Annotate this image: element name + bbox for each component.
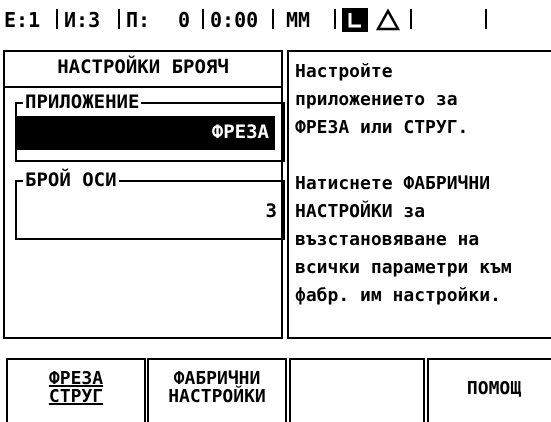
softkey-mill-lathe[interactable]: ФРЕЗА СТРУГ xyxy=(6,358,146,422)
reference-icon xyxy=(342,8,368,32)
softkey-empty[interactable] xyxy=(289,358,425,422)
softkey-factory-line2: НАСТРОЙКИ xyxy=(168,386,266,407)
status-separator xyxy=(202,9,204,29)
status-separator xyxy=(272,9,274,29)
axes-field[interactable]: 3 xyxy=(266,200,277,222)
title-divider xyxy=(5,86,281,88)
status-i: И:3 xyxy=(64,8,101,32)
axes-label: БРОЙ ОСИ xyxy=(23,169,119,191)
softkey-factory-settings[interactable]: ФАБРИЧНИ НАСТРОЙКИ xyxy=(147,358,287,422)
status-separator xyxy=(56,9,58,29)
status-e: Е:1 xyxy=(4,8,41,32)
softkey-help[interactable]: ПОМОЩ xyxy=(427,358,551,422)
status-bar: Е:1 И:3 П: 0 0:00 ММ xyxy=(0,0,551,40)
status-p: П: xyxy=(126,8,151,32)
settings-panel: НАСТРОЙКИ БРОЯЧ ПРИЛОЖЕНИЕ ФРЕЗА БРОЙ ОС… xyxy=(3,50,285,339)
status-p-value: 0 xyxy=(178,8,191,32)
application-value: ФРЕЗА xyxy=(211,121,269,143)
application-field[interactable]: ФРЕЗА xyxy=(17,116,275,150)
help-panel: Настройте приложението за ФРЕЗА или СТРУ… xyxy=(287,50,551,339)
application-label: ПРИЛОЖЕНИЕ xyxy=(23,91,142,113)
status-separator xyxy=(118,9,120,29)
status-separator xyxy=(334,9,336,29)
application-group: ПРИЛОЖЕНИЕ ФРЕЗА xyxy=(15,91,285,162)
status-units: ММ xyxy=(286,8,311,32)
help-text: Настройте приложението за ФРЕЗА или СТРУ… xyxy=(295,61,512,306)
softkey-lathe-label: СТРУГ xyxy=(48,386,104,407)
softkey-help-label: ПОМОЩ xyxy=(466,378,522,399)
axes-group: БРОЙ ОСИ 3 xyxy=(15,169,285,240)
status-separator xyxy=(410,9,412,29)
status-time: 0:00 xyxy=(210,8,259,32)
status-separator xyxy=(485,9,487,29)
delta-icon xyxy=(376,8,400,31)
panel-title: НАСТРОЙКИ БРОЯЧ xyxy=(57,56,229,78)
